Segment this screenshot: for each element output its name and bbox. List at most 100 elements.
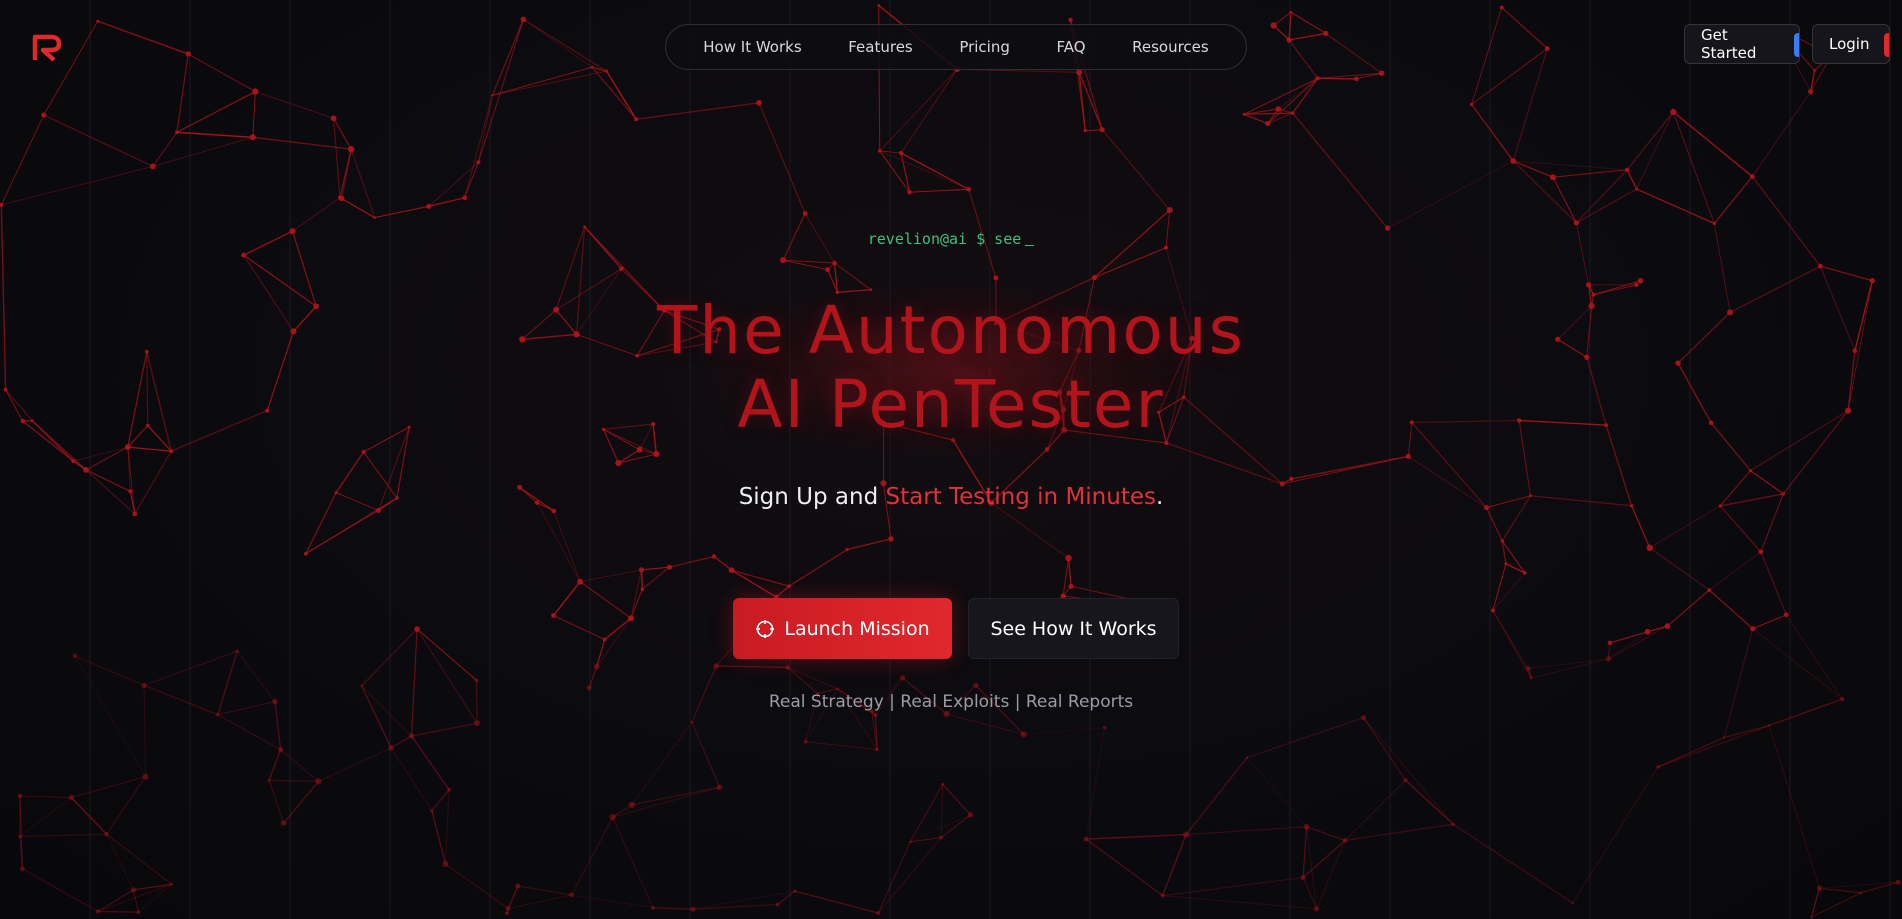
network-node: [941, 782, 945, 786]
network-node: [1624, 167, 1630, 172]
network-edge: [176, 131, 253, 138]
network-node: [1166, 207, 1173, 213]
network-node: [1068, 17, 1073, 22]
network-node: [142, 773, 149, 780]
network-edge: [591, 66, 637, 120]
network-edge: [641, 566, 670, 590]
network-edge: [536, 502, 581, 582]
network-node: [1749, 174, 1755, 179]
network-node: [373, 216, 376, 219]
network-edge: [1752, 628, 1843, 700]
network-edge: [268, 749, 282, 781]
network-node: [775, 902, 780, 907]
network-node: [1869, 278, 1875, 284]
network-node: [1342, 838, 1348, 843]
network-edge: [1101, 129, 1171, 211]
network-node: [1403, 778, 1408, 783]
network-node: [17, 793, 23, 799]
network-node: [1573, 220, 1579, 226]
network-node: [619, 266, 624, 271]
network-node: [1670, 108, 1677, 115]
network-edge: [523, 19, 593, 68]
nav-faq[interactable]: FAQ: [1046, 32, 1095, 62]
network-edge: [1288, 12, 1292, 41]
network-node: [68, 794, 75, 801]
network-node: [907, 189, 912, 195]
network-edge: [43, 114, 154, 167]
network-node: [1585, 282, 1592, 288]
network-edge: [631, 721, 693, 806]
network-edge: [1085, 727, 1106, 840]
network-node: [1544, 46, 1550, 51]
network-edge: [553, 615, 605, 640]
network-edge: [579, 581, 632, 619]
network-edge: [618, 449, 640, 464]
network-node: [785, 665, 790, 670]
network-node: [1810, 916, 1813, 919]
network-edge: [1608, 625, 1668, 660]
network-edge: [1471, 104, 1514, 162]
network-edge: [631, 786, 720, 806]
network-node: [793, 889, 797, 893]
nav-resources[interactable]: Resources: [1122, 32, 1219, 62]
nav-pricing[interactable]: Pricing: [949, 32, 1020, 62]
network-node: [667, 564, 673, 570]
network-edge: [713, 556, 732, 571]
network-edge: [571, 894, 653, 909]
network-edge: [22, 868, 99, 913]
network-background: [0, 0, 1901, 919]
network-edge: [1647, 625, 1668, 633]
network-node: [1245, 756, 1249, 759]
network-edge: [1186, 826, 1307, 836]
network-node: [602, 637, 607, 642]
network-edge: [612, 804, 633, 818]
network-edge: [1317, 72, 1382, 79]
network-edge: [612, 817, 654, 908]
revelion-r-logo-icon[interactable]: [32, 34, 62, 62]
network-edge: [431, 789, 450, 812]
network-edge: [517, 885, 572, 896]
get-started-button[interactable]: Get Started: [1684, 24, 1800, 64]
terminal-prompt-text: revelion@ai $ see: [867, 230, 1022, 248]
network-node: [653, 451, 660, 458]
network-edge: [74, 655, 146, 777]
network-node: [628, 801, 635, 809]
login-button[interactable]: Login: [1812, 24, 1890, 64]
network-node: [216, 713, 220, 717]
launch-mission-button[interactable]: Launch Mission: [733, 598, 952, 659]
network-node: [1102, 725, 1107, 730]
network-node: [462, 195, 468, 201]
network-edge: [1292, 112, 1389, 229]
network-edge: [507, 885, 519, 909]
network-edge: [1363, 717, 1406, 781]
network-node: [966, 187, 971, 192]
network-edge: [1085, 838, 1163, 897]
network-node: [690, 720, 694, 724]
network-node: [388, 745, 394, 751]
network-edge: [1575, 169, 1628, 224]
network-edge: [1572, 766, 1659, 904]
network-edge: [1344, 779, 1406, 841]
network-node: [1646, 544, 1653, 551]
network-node: [132, 511, 138, 517]
network-node: [447, 787, 451, 792]
network-node: [1289, 10, 1293, 14]
network-node: [1635, 187, 1638, 191]
network-node: [267, 779, 271, 782]
terminal-cursor: [1025, 232, 1035, 246]
network-edge: [318, 747, 392, 782]
network-edge: [1405, 779, 1454, 825]
network-node: [1504, 562, 1508, 566]
nav-features[interactable]: Features: [838, 32, 923, 62]
network-node: [590, 65, 594, 69]
network-edge: [909, 188, 969, 193]
see-how-it-works-button[interactable]: See How It Works: [968, 598, 1179, 659]
network-node: [430, 809, 434, 813]
network-edge: [217, 714, 281, 751]
network-edge: [97, 20, 189, 55]
network-edge: [1649, 547, 1710, 591]
network-node: [638, 567, 645, 573]
network-edge: [71, 776, 146, 799]
nav-how-it-works[interactable]: How It Works: [693, 32, 811, 62]
hero-tagline: Real Strategy | Real Exploits | Real Rep…: [768, 692, 1134, 712]
